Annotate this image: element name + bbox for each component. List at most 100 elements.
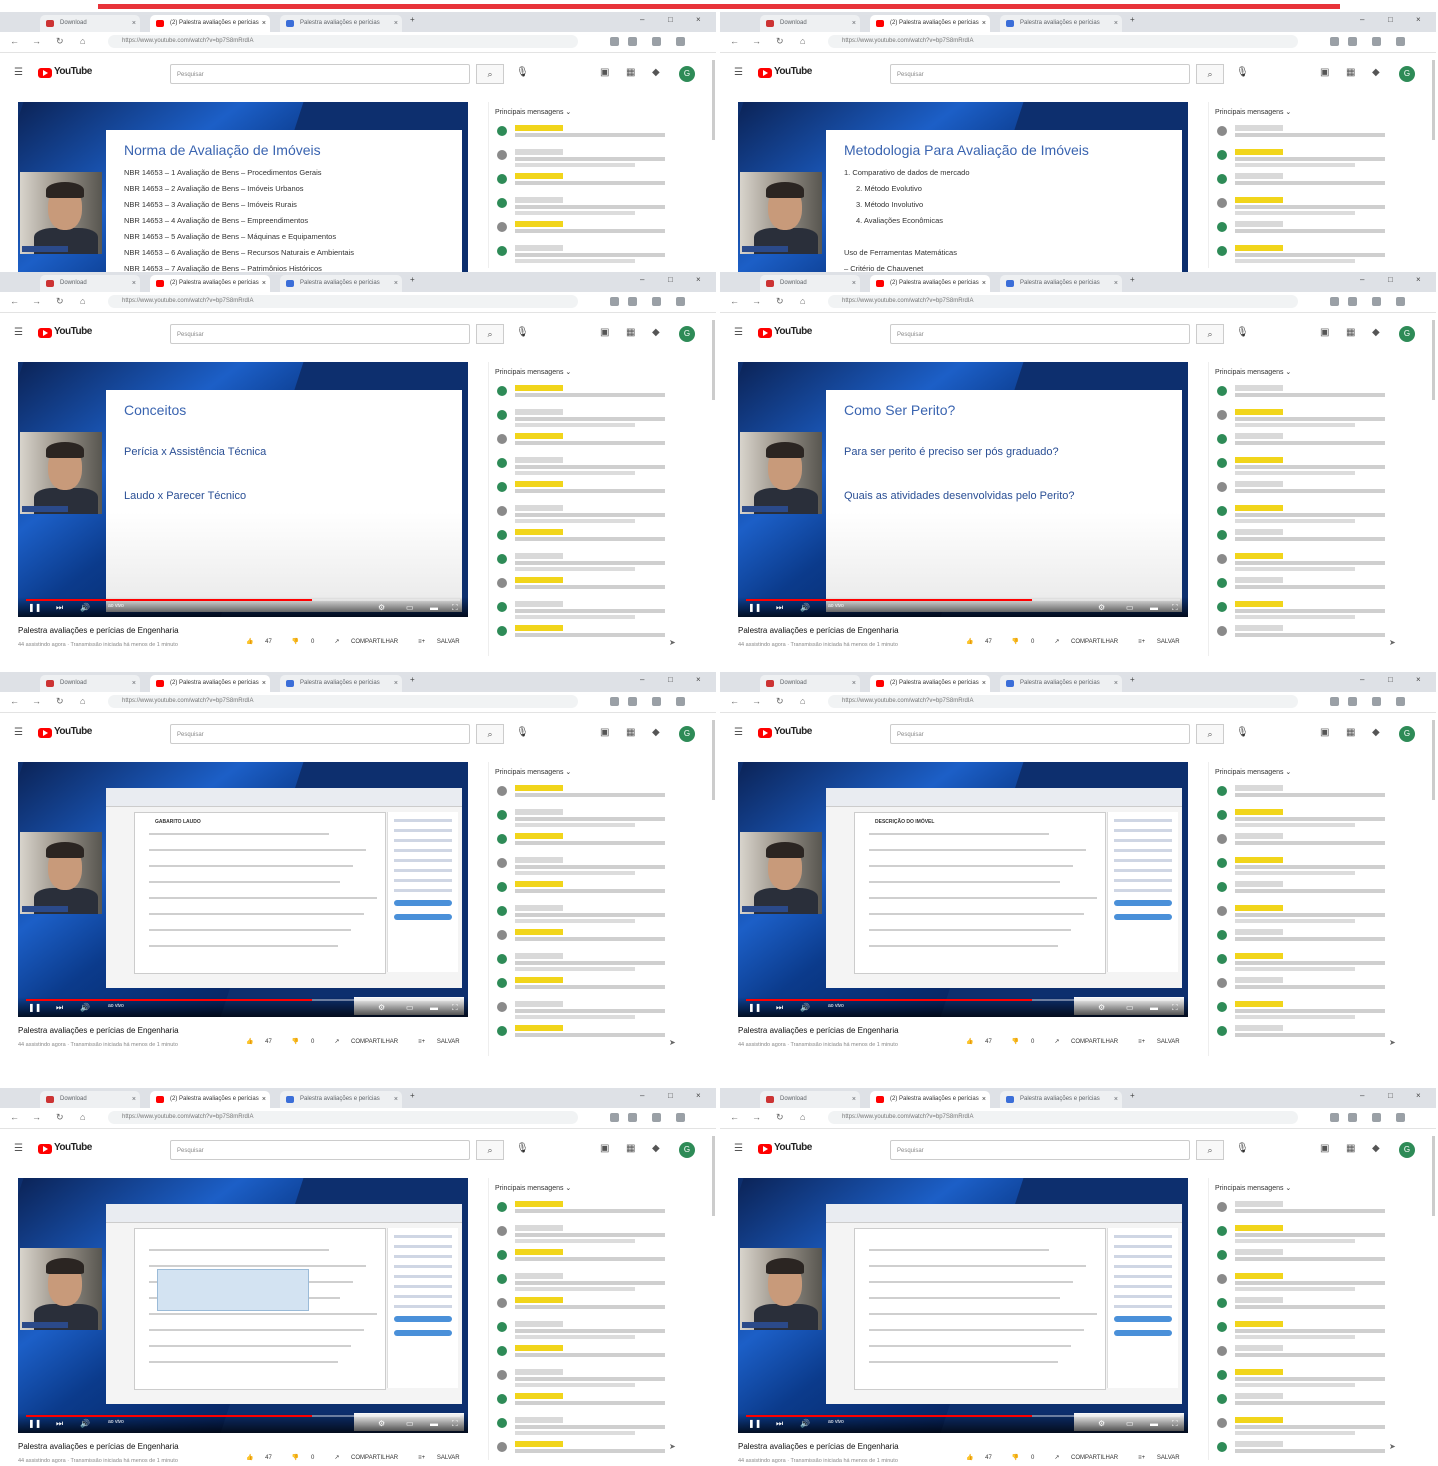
close-window-icon[interactable]: ×	[1416, 15, 1421, 24]
reload-icon[interactable]: ↻	[776, 296, 784, 307]
extension-icon[interactable]	[610, 297, 619, 306]
avatar[interactable]: G	[1399, 326, 1415, 342]
menu-icon[interactable]: ☰	[734, 327, 743, 338]
progress-bar[interactable]	[26, 999, 460, 1001]
mic-icon[interactable]: 🎙	[516, 327, 529, 338]
pause-icon[interactable]: ❚❚	[28, 603, 41, 612]
extension-icon[interactable]	[1330, 697, 1339, 706]
search-input[interactable]: Pesquisar	[890, 724, 1190, 744]
dislike-button[interactable]: 👎 0	[292, 1455, 324, 1461]
back-icon[interactable]: ←	[10, 296, 19, 306]
youtube-logo-icon[interactable]	[38, 1144, 52, 1154]
home-icon[interactable]: ⌂	[80, 296, 85, 306]
home-icon[interactable]: ⌂	[800, 296, 805, 306]
theater-icon[interactable]: ▬	[430, 1003, 438, 1012]
like-button[interactable]: 👍 47	[966, 1039, 1002, 1045]
close-tab-icon[interactable]: ×	[852, 15, 856, 32]
url-field[interactable]: https://www.youtube.com/watch?v=bp7S8mRr…	[108, 295, 578, 308]
miniplayer-icon[interactable]: ▭	[406, 1003, 414, 1012]
extension-icon[interactable]	[610, 37, 619, 46]
search-input[interactable]: Pesquisar	[890, 64, 1190, 84]
send-icon[interactable]: ➤	[669, 638, 676, 647]
home-icon[interactable]: ⌂	[800, 696, 805, 706]
theater-icon[interactable]: ▬	[1150, 1003, 1158, 1012]
fullscreen-icon[interactable]: ⛶	[452, 1003, 458, 1013]
fullscreen-icon[interactable]: ⛶	[452, 603, 458, 613]
close-tab-icon[interactable]: ×	[262, 15, 266, 32]
browser-tab[interactable]: Download ×	[760, 1091, 860, 1108]
close-tab-icon[interactable]: ×	[1114, 15, 1118, 32]
extension-icon[interactable]	[1372, 297, 1381, 306]
close-tab-icon[interactable]: ×	[394, 15, 398, 32]
close-tab-icon[interactable]: ×	[1114, 275, 1118, 292]
close-tab-icon[interactable]: ×	[982, 675, 986, 692]
close-tab-icon[interactable]: ×	[394, 675, 398, 692]
minimize-icon[interactable]: –	[1360, 275, 1364, 284]
menu-icon[interactable]: ☰	[14, 727, 23, 738]
search-icon[interactable]: ⌕	[476, 324, 504, 344]
minimize-icon[interactable]: –	[640, 675, 644, 684]
back-icon[interactable]: ←	[10, 36, 19, 46]
back-icon[interactable]: ←	[10, 1112, 19, 1122]
next-icon[interactable]: ⏭	[56, 1419, 63, 1429]
back-icon[interactable]: ←	[730, 296, 739, 306]
dislike-button[interactable]: 👎 0	[1012, 639, 1044, 645]
volume-icon[interactable]: 🔊	[800, 603, 810, 612]
close-tab-icon[interactable]: ×	[1114, 1091, 1118, 1108]
apps-icon[interactable]: ▦	[626, 1143, 635, 1154]
save-button[interactable]: ≡+ SALVAR	[418, 1039, 469, 1045]
browser-tab[interactable]: (2) Palestra avaliações e perícias ×	[870, 675, 990, 692]
notifications-icon[interactable]: ◆	[1372, 67, 1380, 78]
create-video-icon[interactable]: ▣	[1320, 727, 1329, 738]
settings-icon[interactable]: ⚙	[1098, 603, 1105, 612]
browser-tab[interactable]: Download ×	[40, 1091, 140, 1108]
like-button[interactable]: 👍 47	[966, 1455, 1002, 1461]
search-icon[interactable]: ⌕	[1196, 324, 1224, 344]
menu-icon[interactable]: ☰	[14, 1143, 23, 1154]
extension-icon[interactable]	[1396, 697, 1405, 706]
youtube-logo-icon[interactable]	[38, 728, 52, 738]
create-video-icon[interactable]: ▣	[600, 67, 609, 78]
share-button[interactable]: ↗ COMPARTILHAR	[334, 639, 408, 645]
settings-icon[interactable]: ⚙	[378, 1419, 385, 1428]
close-tab-icon[interactable]: ×	[262, 275, 266, 292]
new-tab-icon[interactable]: +	[410, 675, 415, 684]
theater-icon[interactable]: ▬	[430, 1419, 438, 1428]
extension-icon[interactable]	[676, 37, 685, 46]
share-button[interactable]: ↗ COMPARTILHAR	[1054, 639, 1128, 645]
fullscreen-icon[interactable]: ⛶	[1172, 603, 1178, 613]
forward-icon[interactable]: →	[752, 36, 761, 46]
send-icon[interactable]: ➤	[1389, 638, 1396, 647]
extension-icon[interactable]	[652, 1113, 661, 1122]
back-icon[interactable]: ←	[10, 696, 19, 706]
search-icon[interactable]: ⌕	[476, 64, 504, 84]
close-window-icon[interactable]: ×	[1416, 675, 1421, 684]
search-icon[interactable]: ⌕	[1196, 64, 1224, 84]
theater-icon[interactable]: ▬	[1150, 603, 1158, 612]
create-video-icon[interactable]: ▣	[600, 727, 609, 738]
menu-icon[interactable]: ☰	[14, 67, 23, 78]
like-button[interactable]: 👍 47	[966, 639, 1002, 645]
pause-icon[interactable]: ❚❚	[748, 603, 761, 612]
forward-icon[interactable]: →	[752, 696, 761, 706]
browser-tab[interactable]: Palestra avaliações e perícias ×	[280, 275, 402, 292]
apps-icon[interactable]: ▦	[1346, 327, 1355, 338]
close-tab-icon[interactable]: ×	[132, 675, 136, 692]
progress-bar[interactable]	[746, 999, 1180, 1001]
dislike-button[interactable]: 👎 0	[1012, 1039, 1044, 1045]
forward-icon[interactable]: →	[32, 296, 41, 306]
browser-tab[interactable]: (2) Palestra avaliações e perícias ×	[150, 675, 270, 692]
progress-bar[interactable]	[26, 599, 460, 601]
scrollbar[interactable]	[712, 1136, 715, 1216]
close-window-icon[interactable]: ×	[1416, 275, 1421, 284]
save-button[interactable]: ≡+ SALVAR	[1138, 639, 1189, 645]
save-button[interactable]: ≡+ SALVAR	[418, 1455, 469, 1461]
scrollbar[interactable]	[1432, 320, 1435, 400]
create-video-icon[interactable]: ▣	[1320, 67, 1329, 78]
maximize-icon[interactable]: □	[668, 1091, 673, 1100]
maximize-icon[interactable]: □	[1388, 275, 1393, 284]
scrollbar[interactable]	[1432, 60, 1435, 140]
miniplayer-icon[interactable]: ▭	[1126, 1419, 1134, 1428]
apps-icon[interactable]: ▦	[626, 327, 635, 338]
close-tab-icon[interactable]: ×	[982, 275, 986, 292]
